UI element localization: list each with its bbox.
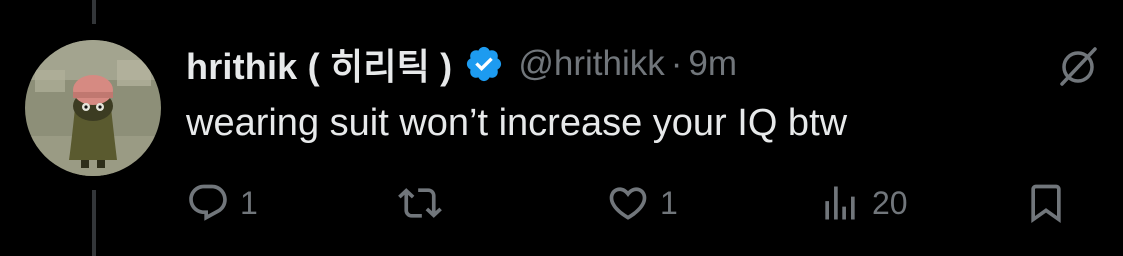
avatar-image [25,40,161,176]
verified-badge-icon[interactable] [464,44,504,84]
tweet-text: wearing suit won’t increase your IQ btw [186,102,848,144]
thread-line-top [92,0,96,24]
views-count: 20 [872,184,908,221]
thread-line-bottom [92,190,96,256]
retweet-icon [398,181,442,225]
like-count: 1 [660,184,678,221]
separator-dot: · [670,44,683,83]
views-button[interactable]: 20 [818,180,908,226]
avatar[interactable] [25,40,161,176]
display-name[interactable]: hrithik ( 히리틱 ) [186,38,452,90]
views-chart-icon [818,181,862,225]
handle[interactable]: @hrithikk [518,44,664,84]
bookmark-button[interactable] [1024,180,1068,226]
like-button[interactable]: 1 [606,180,678,226]
timestamp[interactable]: 9m [688,44,737,84]
bookmark-icon [1024,181,1068,225]
reply-button[interactable]: 1 [186,180,258,226]
heart-icon [606,181,650,225]
tweet-header: hrithik ( 히리틱 ) @hrithikk · 9m [186,40,737,88]
retweet-button[interactable] [398,180,442,226]
reply-icon [186,181,230,225]
grok-icon[interactable] [1054,42,1102,90]
reply-count: 1 [240,184,258,221]
